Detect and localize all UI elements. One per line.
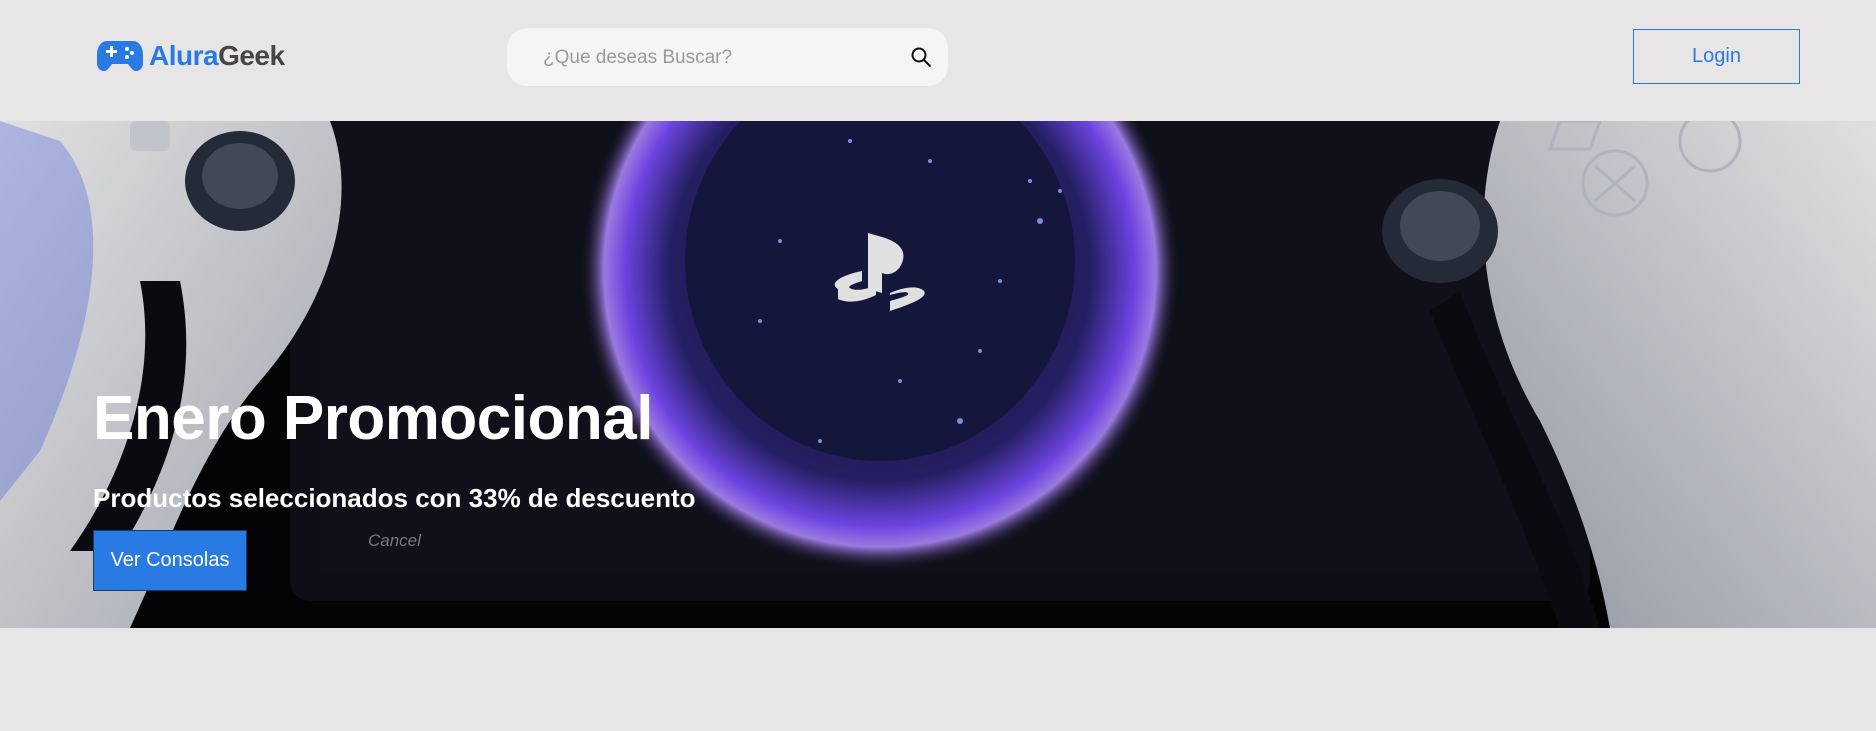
search-bar (507, 28, 948, 86)
hero-subtitle: Productos seleccionados con 33% de descu… (93, 483, 696, 513)
gamepad-icon (97, 37, 143, 76)
logo-text: AluraGeek (149, 40, 285, 72)
search-input[interactable] (541, 44, 885, 72)
header: AluraGeek Login (0, 0, 1876, 121)
page-background (0, 628, 1876, 731)
hero-image: Cancel (0, 121, 1876, 628)
login-button[interactable]: Login (1633, 29, 1800, 84)
logo-text-alura: Alura (149, 40, 219, 71)
view-consoles-button[interactable]: Ver Consolas (93, 530, 247, 591)
logo-text-geek: Geek (218, 40, 285, 71)
logo[interactable]: AluraGeek (97, 38, 285, 74)
search-icon[interactable] (910, 46, 932, 68)
hero-banner: Cancel Enero Promocional Productos selec… (0, 121, 1876, 628)
hero-title: Enero Promocional (93, 384, 653, 453)
